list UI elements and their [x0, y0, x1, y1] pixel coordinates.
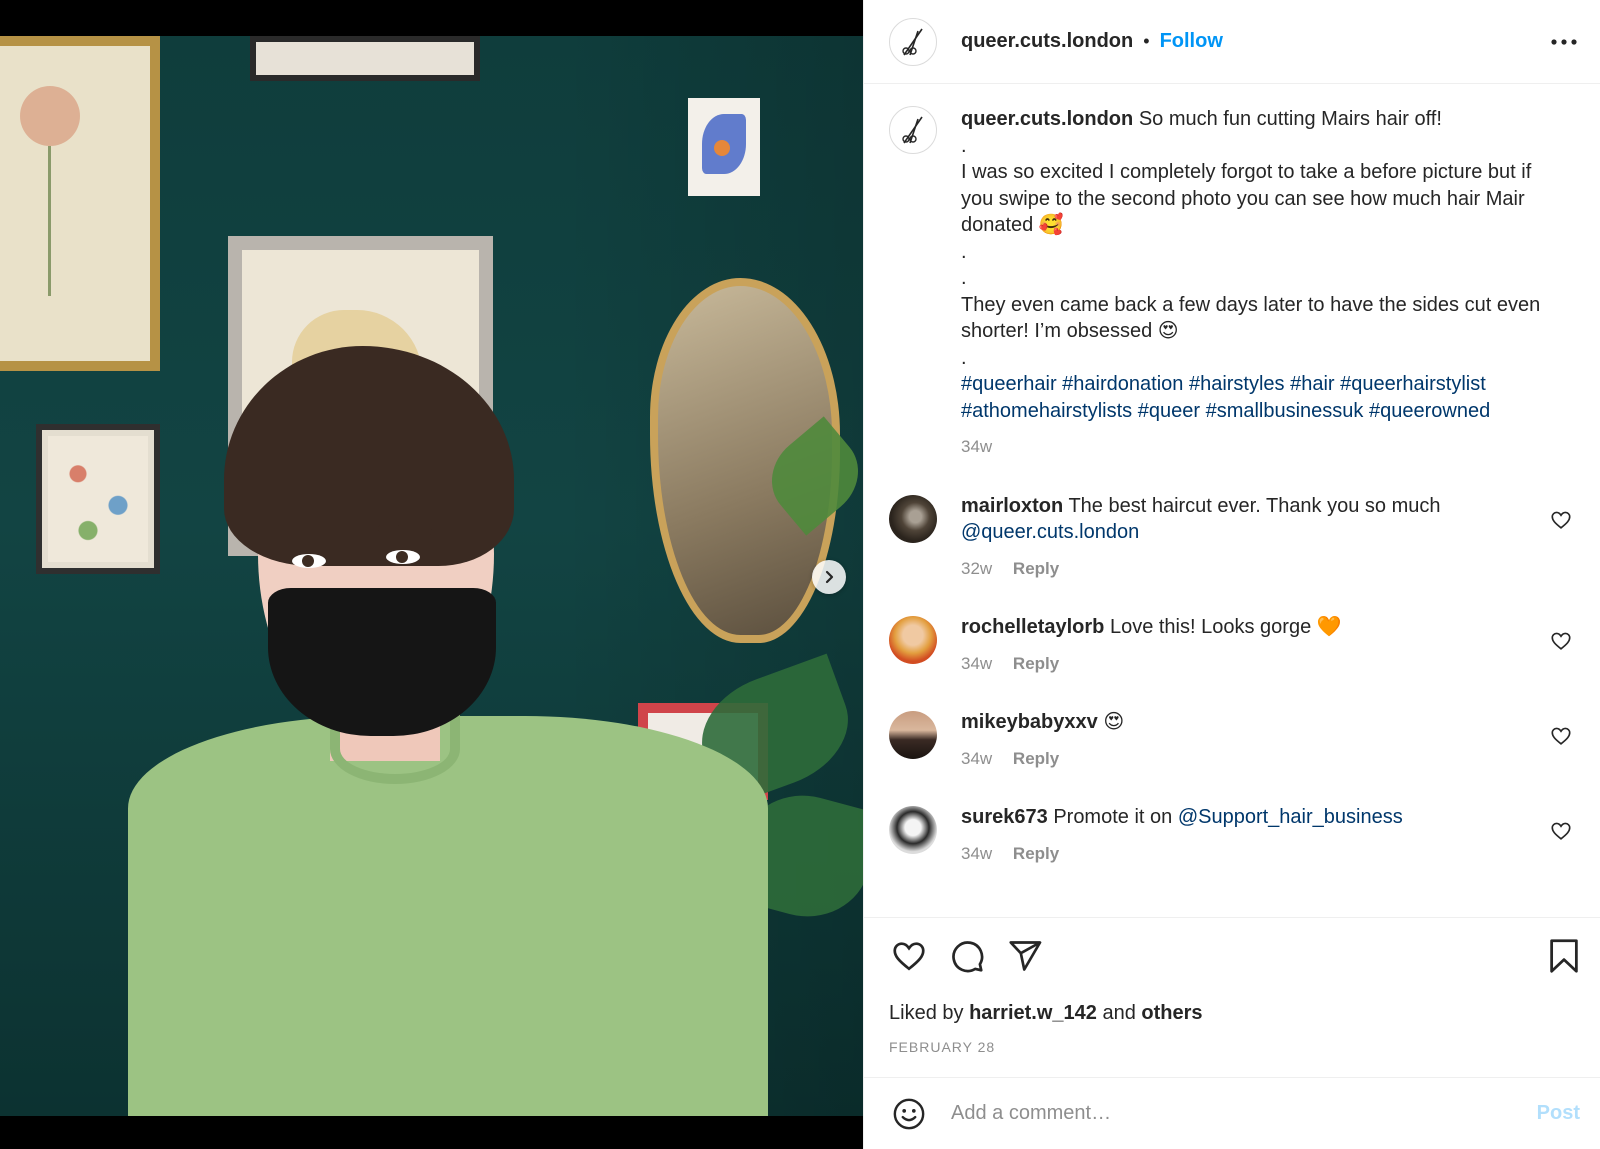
post-side-panel: queer.cuts.london • Follow queer.cuts.lo…	[863, 0, 1600, 1149]
post-photo	[0, 36, 863, 1116]
post-header: queer.cuts.london • Follow	[864, 0, 1600, 84]
caption-hashtags[interactable]: #queerhair #hairdonation #hairstyles #ha…	[961, 371, 1551, 424]
comment-time: 34w	[961, 748, 993, 768]
comment-mention[interactable]: @queer.cuts.london	[961, 521, 1139, 543]
post-actions: Liked by harriet.w_142 and others FEBRUA…	[864, 917, 1600, 1077]
caption-line-2: I was so excited I completely forgot to …	[961, 161, 1532, 236]
instagram-post-page: queer.cuts.london • Follow queer.cuts.lo…	[0, 0, 1600, 1149]
carousel-next-button[interactable]	[812, 560, 846, 594]
avatar[interactable]	[889, 711, 937, 759]
comment-time: 34w	[961, 653, 993, 673]
wall-frame-floral	[36, 424, 160, 574]
comment-text: Promote it on	[1053, 806, 1173, 828]
comment-body: mikeybabyxxv 😍 34w Reply	[961, 709, 1521, 772]
caption-avatar[interactable]	[889, 106, 937, 154]
wall-frame-botanical	[0, 36, 160, 371]
caption-dot: .	[961, 346, 967, 369]
wall-frame-top	[250, 36, 480, 81]
post-comment-button[interactable]: Post	[1537, 1102, 1580, 1125]
comment-body: rochelletaylorb Love this! Looks gorge 🧡…	[961, 614, 1521, 677]
reply-button[interactable]: Reply	[1013, 749, 1059, 768]
reply-button[interactable]: Reply	[1013, 844, 1059, 863]
caption-body: queer.cuts.london So much fun cutting Ma…	[961, 106, 1551, 461]
add-comment-bar: Post	[864, 1077, 1600, 1149]
caption-dot: .	[961, 240, 967, 263]
scissors-icon	[902, 116, 923, 144]
bookmark-icon	[1550, 939, 1578, 973]
person-face-mask	[268, 588, 496, 736]
add-comment-input[interactable]	[951, 1102, 1537, 1125]
reply-button[interactable]: Reply	[1013, 654, 1059, 673]
smiley-icon	[893, 1098, 925, 1129]
comment-item: rochelletaylorb Love this! Looks gorge 🧡…	[889, 614, 1584, 677]
wall-card-blue-leaf	[688, 98, 760, 196]
comment-text: 😍	[1103, 711, 1125, 733]
comment-text: Love this! Looks gorge 🧡	[1109, 616, 1342, 638]
follow-button[interactable]: Follow	[1160, 30, 1223, 53]
avatar[interactable]	[889, 616, 937, 664]
post-date[interactable]: FEBRUARY 28	[889, 1039, 1584, 1055]
comment-time: 32w	[961, 558, 993, 578]
caption-dot: .	[961, 267, 967, 289]
caption-username[interactable]: queer.cuts.london	[961, 108, 1133, 130]
person-sweater	[128, 716, 768, 1116]
heart-icon[interactable]	[1550, 509, 1572, 531]
comment-mention[interactable]: @Support_hair_business	[1178, 806, 1403, 828]
liked-by-text: Liked by harriet.w_142 and others	[889, 1002, 1203, 1024]
comment-meta: 34w Reply	[961, 841, 1521, 868]
paper-plane-icon	[1009, 941, 1042, 971]
comment-username[interactable]: mairloxton	[961, 495, 1063, 517]
more-options-button[interactable]	[1544, 22, 1584, 62]
action-icons	[889, 936, 1584, 976]
header-separator: •	[1143, 31, 1150, 51]
comment-text: The best haircut ever. Thank you so much	[1068, 494, 1441, 517]
caption-line-1: So much fun cutting Mairs hair off!	[1138, 108, 1442, 130]
header-username[interactable]: queer.cuts.london	[961, 30, 1133, 53]
heart-icon	[893, 942, 925, 971]
avatar[interactable]	[889, 806, 937, 854]
caption-line-3: They even came back a few days later to …	[961, 293, 1541, 343]
comment-meta: 34w Reply	[961, 651, 1521, 678]
post-caption: queer.cuts.london So much fun cutting Ma…	[889, 106, 1584, 461]
reply-button[interactable]: Reply	[1013, 559, 1059, 578]
comment-button[interactable]	[947, 936, 987, 976]
save-button[interactable]	[1544, 936, 1584, 976]
comment-item: mairloxton The best haircut ever. Thank …	[889, 493, 1584, 583]
heart-icon[interactable]	[1550, 725, 1572, 747]
comment-meta: 34w Reply	[961, 746, 1521, 773]
like-button[interactable]	[889, 936, 929, 976]
comment-item: surek673 Promote it on @Support_hair_bus…	[889, 804, 1584, 867]
share-button[interactable]	[1005, 936, 1045, 976]
emoji-button[interactable]	[889, 1094, 929, 1134]
comment-meta: 32w Reply	[961, 556, 1521, 583]
comment-time: 34w	[961, 843, 993, 863]
comments-section: queer.cuts.london So much fun cutting Ma…	[864, 84, 1600, 917]
scissors-icon	[902, 28, 923, 55]
caption-timestamp: 34w	[961, 437, 993, 456]
heart-icon[interactable]	[1550, 820, 1572, 842]
likes-others-link[interactable]: others	[1141, 1002, 1202, 1024]
comment-icon	[952, 941, 984, 973]
post-media	[0, 0, 863, 1149]
heart-icon[interactable]	[1550, 630, 1572, 652]
caption-dot: .	[961, 134, 967, 157]
avatar[interactable]	[889, 494, 937, 543]
comment-body: surek673 Promote it on @Support_hair_bus…	[961, 804, 1521, 867]
chevron-right-icon	[825, 570, 834, 584]
comment-body: mairloxton The best haircut ever. Thank …	[961, 493, 1521, 583]
more-horizontal-icon	[1551, 38, 1577, 45]
comment-username[interactable]: surek673	[961, 806, 1048, 828]
comment-item: mikeybabyxxv 😍 34w Reply	[889, 709, 1584, 772]
comment-username[interactable]: rochelletaylorb	[961, 616, 1104, 638]
comment-username[interactable]: mikeybabyxxv	[961, 711, 1098, 733]
account-avatar[interactable]	[889, 17, 937, 66]
liked-by-user-link[interactable]: harriet.w_142	[969, 1002, 1097, 1024]
